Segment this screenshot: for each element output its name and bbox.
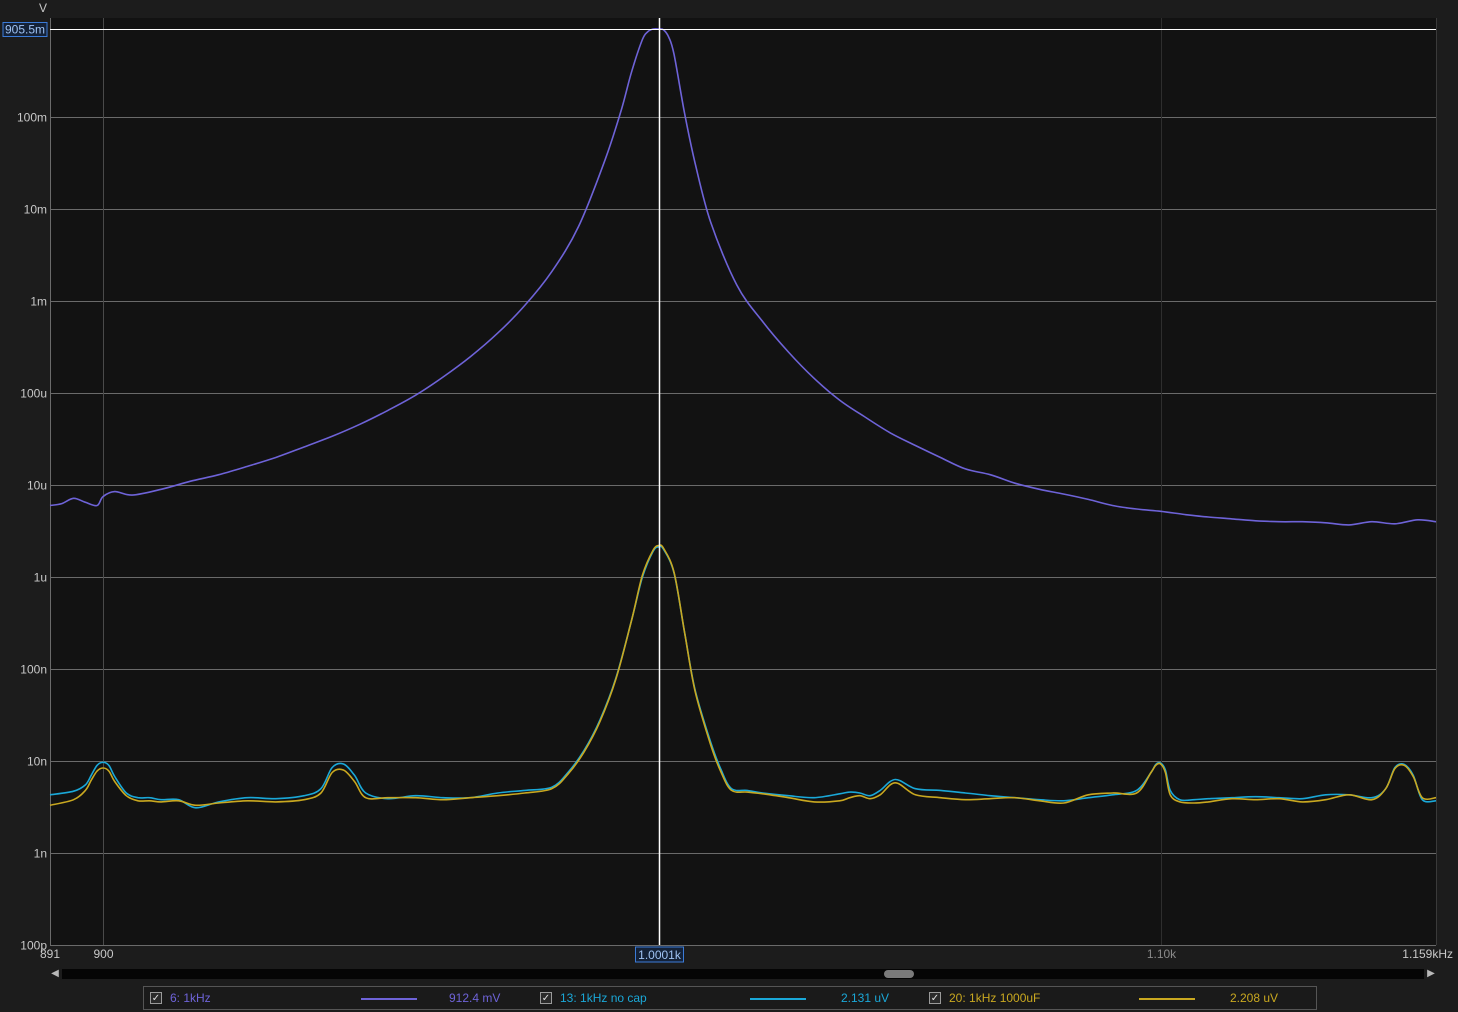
legend-cursor-value: 2.208 uV [1230,991,1279,1005]
y-tick-label: 10u [27,479,47,493]
legend-series-name: 13: 1kHz no cap [560,991,647,1005]
x-max-label: 1.159kHz [1402,947,1453,961]
legend-checkbox-1khz-no-cap[interactable]: ✓ [540,992,552,1004]
x-min-label: 891 [40,947,60,961]
legend-entry-1khz-no-cap[interactable]: ✓ 13: 1kHz no cap 2.131 uV [534,987,924,1009]
y-tick-label: 100n [20,663,47,677]
cursor-x-readout-label: 1.0001k [638,948,682,962]
legend-cursor-value: 912.4 mV [449,991,501,1005]
y-unit-label: V [39,1,47,15]
legend-cursor-value: 2.131 uV [841,991,890,1005]
legend-entry-1khz[interactable]: ✓ 6: 1kHz 912.4 mV [144,987,534,1009]
legend-series-name: 6: 1kHz [170,991,211,1005]
cursor-y-readout-label: 905.5m [5,23,45,37]
y-tick-label: 10n [27,755,47,769]
scroll-left-arrow-icon[interactable]: ◀ [50,967,60,981]
spectrum-chart[interactable]: 100m10m1m100u10u1u100n10n1n100p900 1.10k8… [0,0,1458,965]
legend-checkbox-1khz[interactable]: ✓ [150,992,162,1004]
legend: ✓ 6: 1kHz 912.4 mV ✓ 13: 1kHz no cap 2.1… [143,986,1317,1010]
y-tick-label: 1m [30,295,47,309]
y-tick-label: 10m [24,203,47,217]
scroll-track[interactable] [62,969,1424,979]
horizontal-scrollbar[interactable]: ◀ ▶ [50,967,1438,983]
scroll-thumb[interactable] [884,970,914,978]
legend-swatch [750,998,806,1000]
y-tick-label: 1u [34,571,47,585]
x-tick-label: 900 [93,947,113,961]
legend-checkbox-1khz-1000uf[interactable]: ✓ [929,992,941,1004]
y-tick-label: 1n [34,847,47,861]
scroll-right-arrow-icon[interactable]: ▶ [1426,967,1436,981]
y-tick-label: 100u [20,387,47,401]
legend-series-name: 20: 1kHz 1000uF [949,991,1041,1005]
plot-background [50,18,1436,945]
legend-swatch [1139,998,1195,1000]
legend-entry-1khz-1000uf[interactable]: ✓ 20: 1kHz 1000uF 2.208 uV [923,987,1317,1009]
legend-swatch [361,998,417,1000]
y-tick-label: 100m [17,111,47,125]
x-tick-label: 1.10k [1147,947,1177,961]
